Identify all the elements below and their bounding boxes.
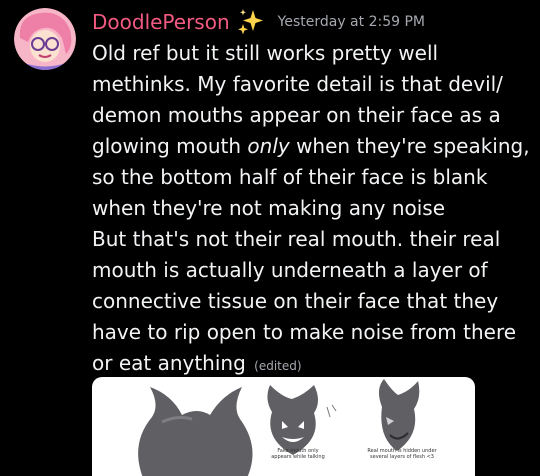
message-header: DoodlePerson Yesterday at 2:59 PM: [92, 7, 425, 37]
message-line: connective tissue on their face that the…: [92, 289, 499, 313]
message-line: methinks. My favorite detail is that dev…: [92, 72, 503, 96]
message-text: glowing mouth: [92, 134, 248, 158]
avatar[interactable]: [14, 8, 76, 70]
sparkles-icon: [236, 7, 266, 37]
message-line: glowing mouth only when they're speaking…: [92, 131, 532, 162]
username[interactable]: DoodlePerson: [92, 7, 230, 37]
message-line: But that's not their real mouth. their r…: [92, 227, 501, 251]
message-line: when they're not making any noise: [92, 196, 446, 220]
edited-label[interactable]: (edited): [254, 359, 301, 373]
message-line: have to rip open to make noise from ther…: [92, 320, 517, 344]
caption-fake-mouth: Fake mouth only appears while talking: [271, 448, 325, 460]
image-attachment[interactable]: Fake mouth only appears while talking Re…: [92, 377, 475, 476]
emphasis-text: only: [247, 134, 290, 158]
message-body: Old ref but it still works pretty well m…: [92, 38, 532, 382]
message-text: or eat anything: [92, 351, 246, 375]
character-reference-image: [138, 379, 420, 476]
caption-real-mouth: Real mouth is hidden under several layer…: [367, 448, 437, 460]
timestamp[interactable]: Yesterday at 2:59 PM: [278, 7, 425, 37]
message-line: mouth is actually underneath a layer of: [92, 258, 488, 282]
message-line: demon mouths appear on their face as a: [92, 103, 501, 127]
message-text: when they're speaking,: [289, 134, 530, 158]
message-line: so the bottom half of their face is blan…: [92, 165, 488, 189]
message-line: Old ref but it still works pretty well: [92, 41, 439, 65]
